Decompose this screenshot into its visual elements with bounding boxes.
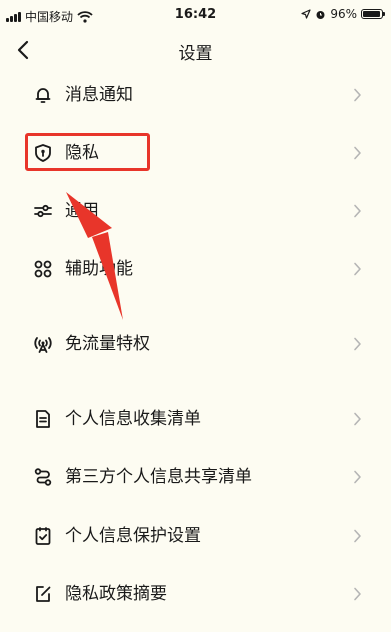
chevron-right-icon [354, 470, 361, 484]
bell-icon [35, 88, 51, 103]
menu-item-label: 隐私政策摘要 [65, 584, 167, 604]
highlight-box [25, 133, 150, 171]
broadcast-icon [34, 337, 52, 353]
menu-item-label: 个人信息收集清单 [65, 409, 201, 429]
chevron-right-icon [354, 529, 361, 543]
chevron-right-icon [354, 412, 361, 426]
menu-item-third-party-sharing[interactable]: 第三方个人信息共享清单 [0, 449, 391, 505]
nav-bar: 设置 [0, 32, 391, 68]
menu-item-general[interactable]: 通用 [0, 183, 391, 239]
chevron-right-icon [354, 88, 361, 102]
chevron-right-icon [354, 146, 361, 160]
menu-item-label: 第三方个人信息共享清单 [65, 467, 252, 487]
chevron-right-icon [354, 262, 361, 276]
menu-item-data-free[interactable]: 免流量特权 [0, 316, 391, 372]
menu-item-notifications[interactable]: 消息通知 [0, 67, 391, 123]
alarm-icon [316, 10, 325, 19]
share-link-icon [34, 468, 52, 486]
chevron-right-icon [354, 587, 361, 601]
document-list-icon [36, 410, 50, 428]
status-bar: 中国移动 16:42 96% [0, 0, 391, 32]
check-document-icon [35, 527, 51, 545]
battery-percent: 96% [330, 7, 357, 21]
edit-document-icon [36, 586, 51, 602]
menu-item-data-collection-list[interactable]: 个人信息收集清单 [0, 391, 391, 447]
sliders-icon [34, 204, 52, 218]
menu-item-label: 辅助功能 [65, 259, 133, 279]
battery-icon [361, 9, 385, 19]
location-arrow-icon [301, 9, 311, 19]
menu-item-label: 消息通知 [65, 85, 133, 105]
menu-item-privacy-policy-summary[interactable]: 隐私政策摘要 [0, 566, 391, 622]
menu-item-label: 免流量特权 [65, 334, 150, 354]
grid-clover-icon [34, 260, 52, 278]
status-right: 96% [301, 7, 385, 21]
menu-item-label: 通用 [65, 201, 99, 221]
menu-item-accessibility[interactable]: 辅助功能 [0, 241, 391, 297]
chevron-right-icon [354, 337, 361, 351]
menu-item-label: 个人信息保护设置 [65, 526, 201, 546]
battery-fill [363, 11, 381, 17]
page-title: 设置 [178, 44, 213, 64]
chevron-right-icon [354, 204, 361, 218]
menu-item-protection-settings[interactable]: 个人信息保护设置 [0, 508, 391, 564]
